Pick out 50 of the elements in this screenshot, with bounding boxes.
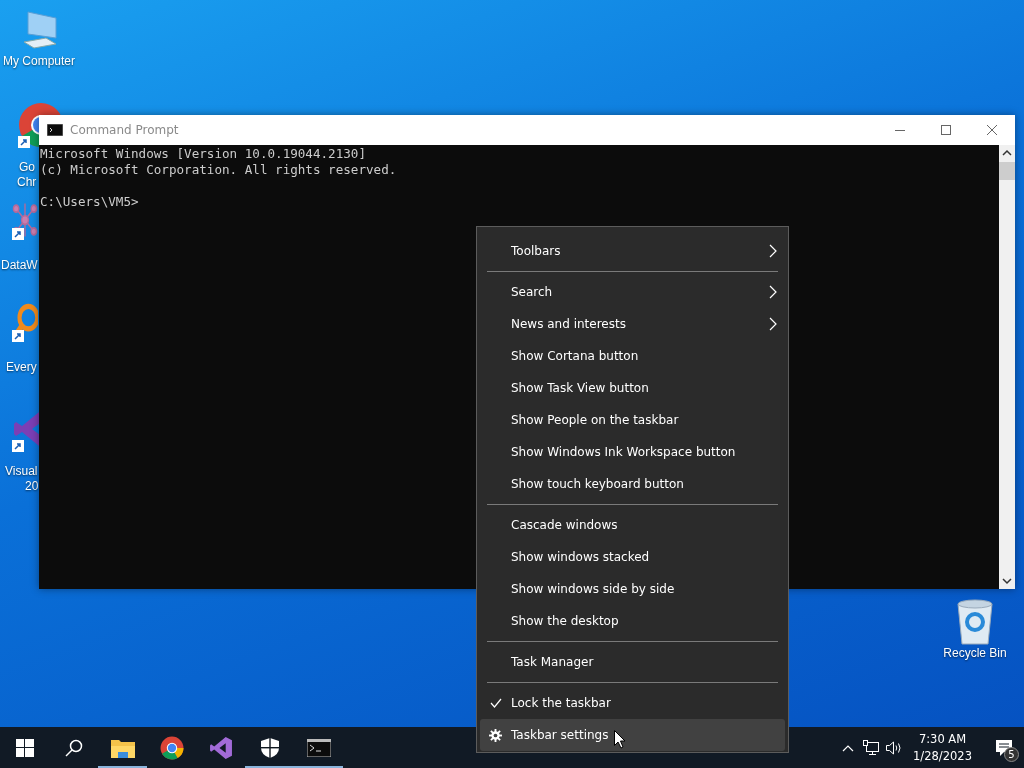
icon-label: Go (19, 160, 35, 175)
settings-icon (489, 728, 502, 742)
chevron-up-icon[interactable] (841, 743, 854, 752)
menu-item[interactable]: Cascade windows (480, 509, 785, 541)
console-line: (c) Microsoft Corporation. All rights reserved. (40, 162, 398, 178)
maximize-icon (941, 125, 951, 135)
menu-item[interactable]: Taskbar settings (480, 719, 785, 751)
terminal-icon (47, 124, 63, 136)
folder-icon (110, 737, 135, 758)
menu-item[interactable]: Show People on the taskbar (480, 404, 785, 436)
menu-item[interactable]: Show Cortana button (480, 340, 785, 372)
clock-date: 1/28/2023 (913, 747, 972, 765)
ribbon-logo-icon (208, 735, 233, 760)
menu-item[interactable]: News and interests (480, 308, 785, 340)
icon-label: DataW (1, 258, 38, 273)
close-icon (987, 125, 997, 135)
command-prompt-line[interactable]: C:\Users\VM5> (40, 194, 999, 210)
search-icon (64, 738, 83, 757)
icon-label: My Computer (3, 54, 75, 69)
mouse-cursor-icon (614, 730, 626, 749)
console-line: Microsoft Windows [Version 10.0.19044.2130] (40, 146, 368, 162)
menu-item[interactable]: Show windows stacked (480, 541, 785, 573)
clock-time: 7:30 AM (918, 730, 967, 748)
window-title: Command Prompt (70, 123, 180, 137)
icon-label: Recycle Bin (943, 646, 1007, 661)
minimize-icon (895, 129, 905, 131)
notification-count: 5 (1004, 747, 1019, 762)
scroll-thumb[interactable] (999, 162, 1015, 180)
shield-icon (260, 737, 279, 758)
menu-item[interactable]: Show windows side by side (480, 573, 785, 605)
menu-item[interactable]: Show the desktop (480, 605, 785, 637)
network-icon[interactable] (862, 739, 879, 756)
windows-logo-icon (15, 738, 34, 757)
clock[interactable]: 7:30 AM 1/28/2023 (913, 730, 972, 765)
speaker-icon[interactable] (885, 739, 903, 756)
browser-icon (159, 735, 184, 760)
icon-label: Visual (5, 464, 38, 479)
notification-button[interactable]: 5 (984, 727, 1024, 768)
menu-item[interactable]: Lock the taskbar (480, 687, 785, 719)
icon-label: Every (6, 360, 37, 375)
menu-item[interactable]: Search (480, 276, 785, 308)
menu-item[interactable]: Show Task View button (480, 372, 785, 404)
scrollbar[interactable] (999, 145, 1015, 589)
menu-item[interactable]: Task Manager (480, 646, 785, 678)
icon-label: Chr (17, 175, 37, 190)
terminal-icon (306, 738, 331, 757)
menu-item[interactable]: Show Windows Ink Workspace button (480, 436, 785, 468)
menu-item[interactable]: Show touch keyboard button (480, 468, 785, 500)
icon-label: 20 (25, 479, 39, 494)
menu-item[interactable]: Toolbars (480, 235, 785, 267)
